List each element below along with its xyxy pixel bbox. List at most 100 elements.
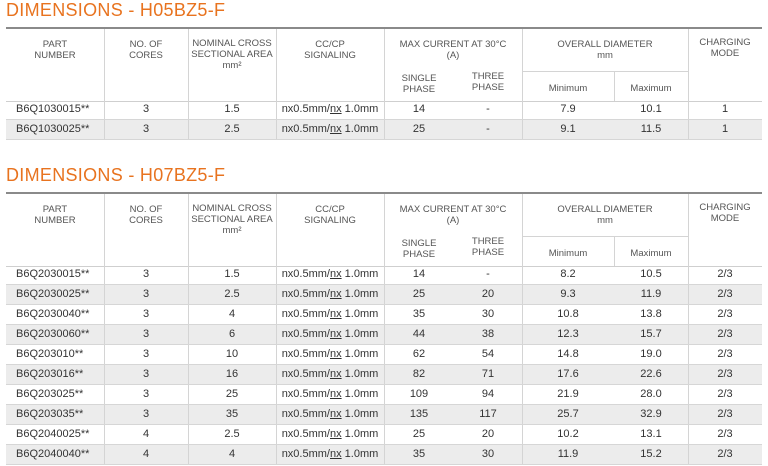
header-line: PHASE xyxy=(402,249,436,260)
three-phase-cell: 20 xyxy=(481,428,495,440)
header-line: SIGNALING xyxy=(304,215,356,226)
header-line: mm xyxy=(597,50,613,61)
signaling-cell: nx0.5mm/nx 1.0mm xyxy=(276,448,384,460)
diameter-max-cell: 13.1 xyxy=(640,428,662,440)
header-line: CHARGING xyxy=(699,37,751,48)
part-number-cell: B6Q2030015** xyxy=(16,268,90,280)
column-divider xyxy=(276,405,277,424)
header-minimum: Minimum xyxy=(548,248,588,259)
table-row: B6Q2030015** 3 1.5 nx0.5mm/nx 1.0mm 14 - 8.2 10… xyxy=(6,265,762,285)
diameter-min-cell: 21.9 xyxy=(557,388,579,400)
column-divider xyxy=(384,405,385,424)
column-divider xyxy=(688,445,689,464)
column-divider xyxy=(522,194,523,266)
column-divider xyxy=(188,445,189,464)
signaling-part: 1.0mm xyxy=(341,388,379,400)
diameter-max-cell: 22.6 xyxy=(640,368,662,380)
charging-mode-cell: 2/3 xyxy=(717,288,733,300)
signaling-part: 1.0mm xyxy=(341,408,379,420)
signaling-part: nx0.5mm/ xyxy=(281,308,330,320)
area-cell: 1.5 xyxy=(224,268,240,280)
single-phase-cell: 14 xyxy=(412,103,426,115)
column-divider xyxy=(522,405,523,424)
header-single-phase: SINGLE PHASE xyxy=(384,73,454,95)
diameter-min-cell: 25.7 xyxy=(557,408,579,420)
header-line: OVERALL DIAMETER xyxy=(557,204,653,215)
column-divider xyxy=(384,100,385,119)
header-three-phase: THREE PHASE xyxy=(454,71,522,93)
column-divider xyxy=(188,100,189,119)
header-line: NOMINAL CROSS xyxy=(192,203,272,214)
header-cores: NO. OF CORES xyxy=(104,29,188,101)
header-line: THREE xyxy=(471,71,505,82)
header-line: PART xyxy=(42,204,68,215)
single-phase-cell: 62 xyxy=(412,348,426,360)
area-cell: 25 xyxy=(225,388,239,400)
column-divider xyxy=(688,100,689,119)
header-area: NOMINAL CROSS SECTIONAL AREA mm² xyxy=(188,194,276,266)
header-line: SIGNALING xyxy=(304,50,356,61)
section-title-h05bz5f: DIMENSIONS - H05BZ5-F xyxy=(6,0,226,20)
header-line: NUMBER xyxy=(34,50,76,61)
column-divider xyxy=(188,385,189,404)
header-line: mm² xyxy=(222,225,242,236)
part-number-cell: B6Q2030040** xyxy=(16,308,90,320)
signaling-part: 1.0mm xyxy=(341,368,379,380)
signaling-cell: nx0.5mm/nx 1.0mm xyxy=(276,308,384,320)
header-line: (A) xyxy=(446,50,460,61)
signaling-part: nx xyxy=(329,348,342,360)
column-divider xyxy=(384,385,385,404)
diameter-min-cell: 10.8 xyxy=(557,308,579,320)
column-divider xyxy=(688,345,689,364)
cores-cell: 3 xyxy=(142,103,150,115)
column-divider xyxy=(384,345,385,364)
signaling-part: nx xyxy=(329,308,342,320)
column-divider xyxy=(104,445,105,464)
header-line: MODE xyxy=(710,213,740,224)
column-divider xyxy=(276,445,277,464)
three-phase-cell: 71 xyxy=(481,368,495,380)
column-divider xyxy=(384,425,385,444)
single-phase-cell: 35 xyxy=(412,308,426,320)
column-divider xyxy=(522,285,523,304)
column-divider xyxy=(522,365,523,384)
part-number-cell: B6Q203025** xyxy=(16,388,84,400)
signaling-part: nx xyxy=(329,368,342,380)
part-number-cell: B6Q2030025** xyxy=(16,288,90,300)
table-row: B6Q203025** 3 25 nx0.5mm/nx 1.0mm 109 94 21.9 2… xyxy=(6,385,762,405)
three-phase-cell: 54 xyxy=(481,348,495,360)
column-divider xyxy=(188,265,189,284)
cores-cell: 3 xyxy=(142,408,150,420)
header-part-number: PART NUMBER xyxy=(6,29,104,101)
signaling-part: nx xyxy=(329,103,342,115)
header-line: MODE xyxy=(710,48,740,59)
table-row: B6Q2030060** 3 6 nx0.5mm/nx 1.0mm 44 38 12.3 15… xyxy=(6,325,762,345)
column-divider xyxy=(384,265,385,284)
header-line: THREE xyxy=(471,236,505,247)
signaling-part: nx0.5mm/ xyxy=(281,288,330,300)
column-divider xyxy=(104,194,105,266)
header-charging-mode: CHARGING MODE xyxy=(688,29,762,101)
dimensions-table-h05bz5f: PART NUMBER NO. OF CORES NOMINAL CROSS SECTIO… xyxy=(6,27,762,140)
column-divider xyxy=(522,345,523,364)
signaling-part: 1.0mm xyxy=(341,348,379,360)
area-cell: 4 xyxy=(228,448,236,460)
column-divider xyxy=(104,285,105,304)
column-divider xyxy=(104,365,105,384)
signaling-part: nx xyxy=(329,268,342,280)
charging-mode-cell: 2/3 xyxy=(717,308,733,320)
header-line: mm xyxy=(597,215,613,226)
header-line: NUMBER xyxy=(34,215,76,226)
column-divider xyxy=(688,29,689,101)
diameter-max-cell: 19.0 xyxy=(640,348,662,360)
column-divider xyxy=(104,425,105,444)
part-number-cell: B6Q203016** xyxy=(16,368,84,380)
column-divider xyxy=(104,120,105,139)
charging-mode-cell: 2/3 xyxy=(717,388,733,400)
diameter-min-cell: 11.9 xyxy=(557,448,579,460)
column-divider xyxy=(522,385,523,404)
cores-cell: 3 xyxy=(142,328,150,340)
column-divider xyxy=(276,345,277,364)
signaling-part: nx0.5mm/ xyxy=(281,123,330,135)
column-divider xyxy=(104,305,105,324)
